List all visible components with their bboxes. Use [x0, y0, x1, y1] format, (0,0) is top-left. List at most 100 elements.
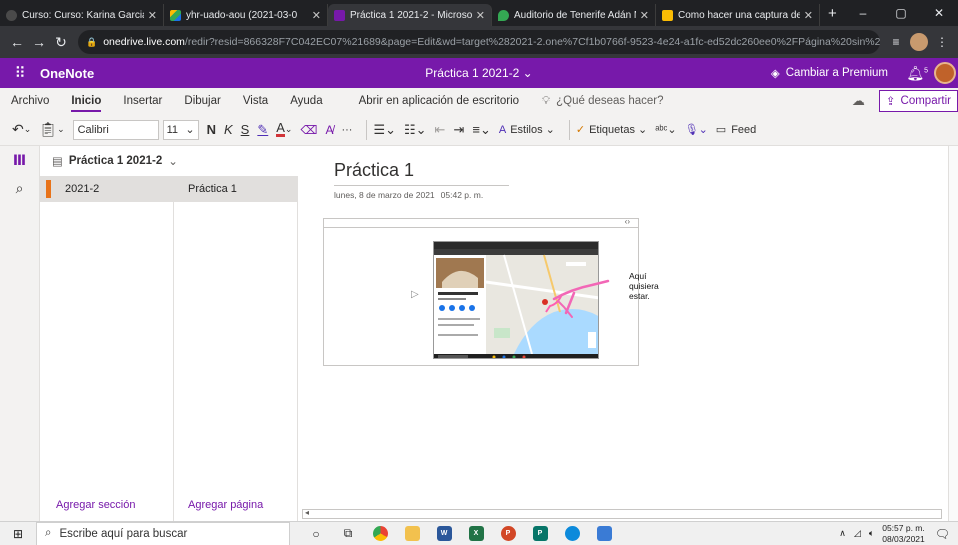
- taskbar-search-input[interactable]: ⌕ Escribe aquí para buscar: [36, 521, 290, 545]
- sync-cloud-icon[interactable]: ☁: [852, 93, 865, 109]
- notebooks-icon[interactable]: Ⅲ: [0, 146, 39, 174]
- clipboard-icon[interactable]: 📋︎ ⌄: [39, 121, 64, 138]
- app-name[interactable]: OneNote: [40, 66, 94, 81]
- vertical-scrollbar[interactable]: [948, 146, 958, 521]
- styles-button[interactable]: A Estilos ⌄: [499, 123, 555, 137]
- spelling-icon[interactable]: ᵃᵇᶜ⌄: [655, 123, 676, 136]
- more-icon[interactable]: ···: [341, 124, 352, 136]
- decrease-indent-icon[interactable]: ⇤: [435, 122, 446, 138]
- font-family-select[interactable]: Calibri: [72, 119, 159, 140]
- minimize-button[interactable]: –: [844, 0, 882, 26]
- bullet-list-icon[interactable]: ☰⌄: [373, 122, 396, 138]
- snipping-tool-icon[interactable]: [588, 522, 620, 545]
- page-item[interactable]: Práctica 1: [174, 176, 297, 202]
- sections-pane: 2021-2 Agregar sección: [40, 176, 174, 521]
- windows-start-icon[interactable]: ⊞: [0, 527, 36, 541]
- search-icon[interactable]: ⌕: [0, 174, 39, 202]
- bold-button[interactable]: N: [207, 122, 216, 137]
- tab-vista[interactable]: Vista: [232, 88, 279, 114]
- app-launcher-icon[interactable]: ⠿: [0, 64, 40, 82]
- notifications-bell-icon[interactable]: 🔔︎5: [906, 65, 928, 82]
- reload-icon[interactable]: ↻: [50, 34, 72, 51]
- browser-tab[interactable]: yhr-uado-aou (2021-03-0 ✕: [164, 4, 328, 26]
- url-input[interactable]: 🔒 onedrive.live.com/redir?resid=866328F7…: [78, 30, 880, 54]
- section-item[interactable]: 2021-2: [40, 176, 173, 202]
- action-center-icon[interactable]: 🗨︎: [935, 527, 950, 541]
- chrome-icon[interactable]: [364, 522, 396, 545]
- user-avatar[interactable]: [934, 62, 956, 84]
- system-clock[interactable]: 05:57 p. m. 08/03/2021: [882, 523, 925, 545]
- tags-button[interactable]: ✓ Etiquetas ⌄: [576, 123, 647, 137]
- font-color-button[interactable]: A ⌄: [276, 121, 292, 137]
- browser-tab[interactable]: Curso: Curso: Karina Garcia M✕: [0, 4, 164, 26]
- share-button[interactable]: ⇪ Compartir: [878, 90, 958, 112]
- network-icon[interactable]: ◿: [854, 528, 861, 539]
- eraser-icon[interactable]: ⌫: [300, 123, 317, 137]
- increase-indent-icon[interactable]: ⇥: [453, 122, 464, 138]
- close-tab-icon[interactable]: ✕: [640, 9, 649, 22]
- excel-icon[interactable]: X: [460, 522, 492, 545]
- file-explorer-icon[interactable]: [396, 522, 428, 545]
- undo-icon[interactable]: ↶ ⌄: [12, 121, 31, 138]
- publisher-icon[interactable]: P: [524, 522, 556, 545]
- page-title[interactable]: Práctica 1: [334, 160, 509, 186]
- tab-favicon-icon: [662, 9, 673, 21]
- font-size-select[interactable]: 11 ⌄: [162, 119, 199, 140]
- profile-avatar[interactable]: [910, 33, 928, 51]
- browser-tab-active[interactable]: Práctica 1 2021-2 - Microsoft ✕: [328, 4, 492, 26]
- tab-archivo[interactable]: Archivo: [0, 88, 60, 114]
- word-icon[interactable]: W: [428, 522, 460, 545]
- scroll-left-icon[interactable]: ◂: [305, 508, 309, 517]
- edge-icon[interactable]: [556, 522, 588, 545]
- add-page-button[interactable]: Agregar página: [188, 499, 263, 511]
- feed-button[interactable]: ▭ Feed: [716, 123, 756, 137]
- new-tab-button[interactable]: +: [820, 4, 845, 26]
- toolbar-divider: [366, 119, 368, 140]
- forward-arrow-icon[interactable]: →: [28, 34, 50, 50]
- italic-button[interactable]: K: [224, 122, 233, 137]
- paragraph-handle-icon[interactable]: ▷: [411, 289, 419, 300]
- close-tab-icon[interactable]: ✕: [476, 9, 485, 22]
- ink-annotation-text[interactable]: Aquí quisiera estar.: [629, 271, 659, 301]
- premium-button[interactable]: ◈ Cambiar a Premium: [771, 66, 888, 80]
- tell-me-search[interactable]: 💡︎ ¿Qué deseas hacer?: [542, 95, 663, 108]
- add-section-button[interactable]: Agregar sección: [56, 499, 136, 511]
- tab-favicon-icon: [170, 9, 181, 21]
- task-view-icon[interactable]: ⧉: [332, 522, 364, 545]
- resize-handle-icon[interactable]: ‹›: [625, 217, 630, 226]
- ribbon-toolbar: ↶ ⌄ 📋︎ ⌄ Calibri 11 ⌄ N K S ✎ A ⌄ ⌫ A̸ ··…: [0, 114, 958, 146]
- cortana-icon[interactable]: ○: [300, 522, 332, 545]
- tab-insertar[interactable]: Insertar: [112, 88, 173, 114]
- maximize-button[interactable]: ▢: [882, 0, 920, 26]
- notebook-switcher[interactable]: ▤ Práctica 1 2021-2 ⌄: [40, 146, 298, 176]
- browser-tab[interactable]: Como hacer una captura de p ✕: [656, 4, 820, 26]
- page-canvas[interactable]: Práctica 1 lunes, 8 de marzo de 2021 05:4…: [298, 146, 958, 521]
- show-hidden-icons-icon[interactable]: ∧: [839, 528, 846, 539]
- onenote-header: ⠿ OneNote Práctica 1 2021-2 ⌄ ◈ Cambiar a…: [0, 58, 958, 88]
- close-tab-icon[interactable]: ✕: [148, 9, 157, 22]
- note-container[interactable]: ‹› ▷ Aquí quisiera estar.: [323, 217, 659, 366]
- browser-tab[interactable]: Auditorio de Tenerife Adán M ✕: [492, 4, 656, 26]
- close-tab-icon[interactable]: ✕: [804, 9, 813, 22]
- back-arrow-icon[interactable]: ←: [6, 34, 28, 50]
- open-desktop-app-link[interactable]: Abrir en aplicación de escritorio: [348, 88, 530, 114]
- close-window-button[interactable]: ✕: [920, 0, 958, 26]
- tab-dibujar[interactable]: Dibujar: [173, 88, 231, 114]
- tab-inicio[interactable]: Inicio: [60, 88, 112, 114]
- align-icon[interactable]: ≡⌄: [472, 122, 490, 138]
- dictate-microphone-icon[interactable]: 🎙︎⌄: [685, 123, 708, 136]
- underline-button[interactable]: S: [241, 122, 250, 137]
- numbered-list-icon[interactable]: ☷⌄: [404, 122, 427, 138]
- highlighter-icon[interactable]: ✎: [257, 122, 268, 138]
- clear-format-icon[interactable]: A̸: [325, 123, 333, 137]
- tab-ayuda[interactable]: Ayuda: [279, 88, 333, 114]
- notebook-icon: ▤: [52, 156, 63, 168]
- volume-icon[interactable]: 🔈︎: [869, 528, 874, 539]
- powerpoint-icon[interactable]: P: [492, 522, 524, 545]
- close-tab-icon[interactable]: ✕: [312, 9, 321, 22]
- browser-menu-icon[interactable]: ⋮: [932, 35, 952, 49]
- document-title[interactable]: Práctica 1 2021-2 ⌄: [425, 66, 532, 80]
- browser-tab-strip: Curso: Curso: Karina Garcia M✕ yhr-uado-…: [0, 0, 958, 26]
- horizontal-scrollbar[interactable]: ◂: [302, 508, 942, 519]
- reading-list-icon[interactable]: ≡: [886, 35, 906, 49]
